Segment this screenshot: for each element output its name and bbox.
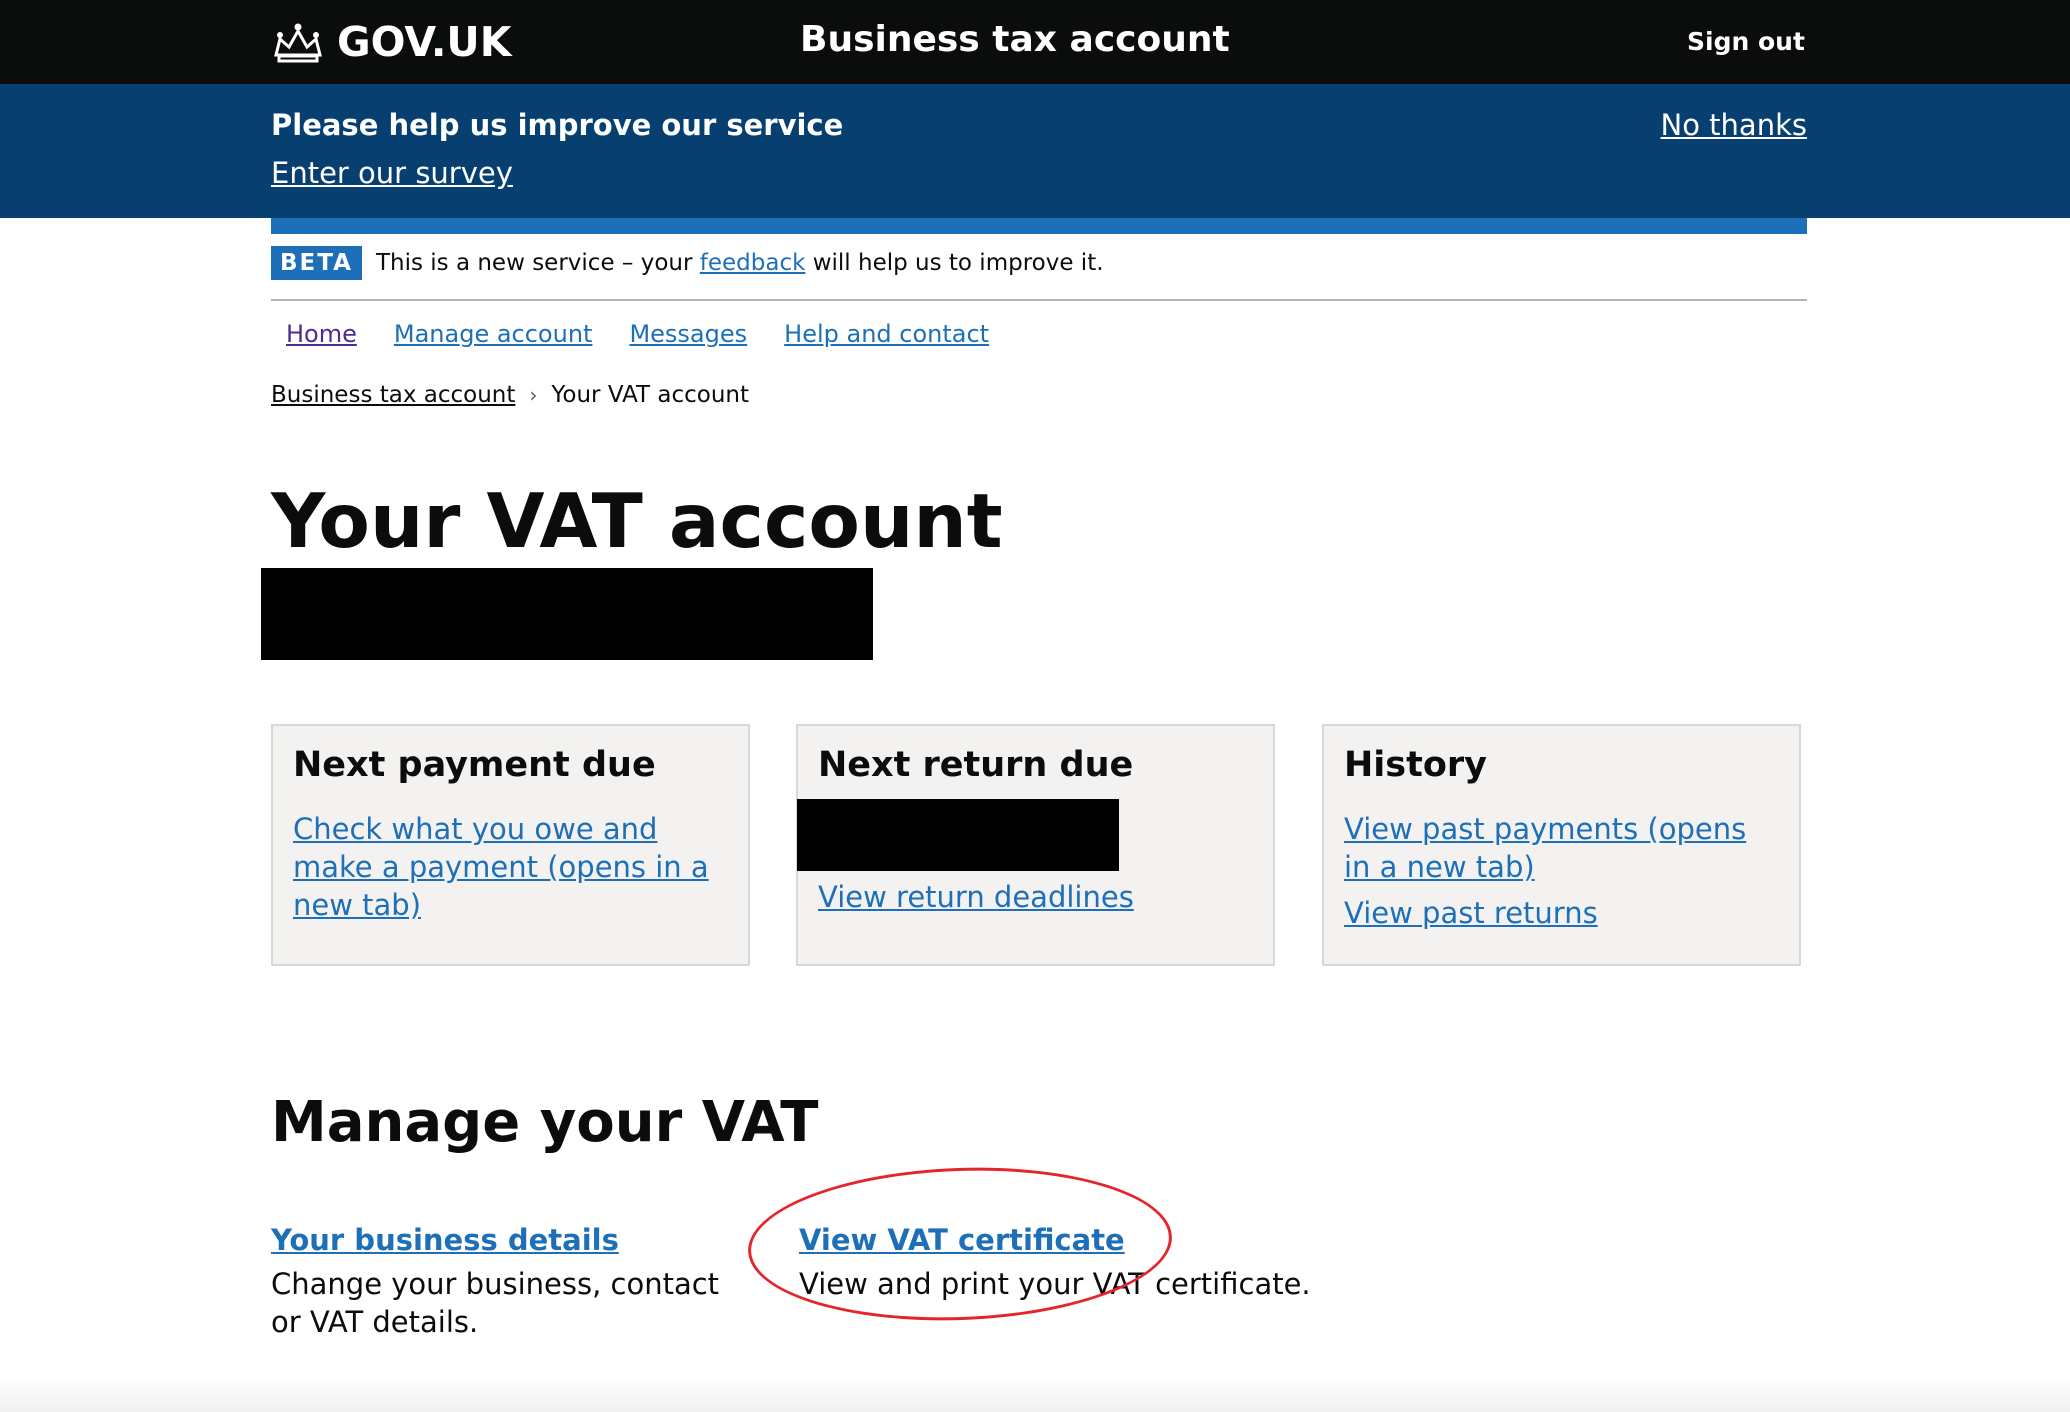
card-title: Next return due xyxy=(818,745,1134,785)
beta-banner: BETA This is a new service – your feedba… xyxy=(271,246,1104,280)
nav-home[interactable]: Home xyxy=(286,320,357,348)
nav-messages[interactable]: Messages xyxy=(629,320,747,348)
card-title: History xyxy=(1344,745,1487,785)
feedback-link[interactable]: feedback xyxy=(700,250,806,276)
redacted-block xyxy=(261,568,873,660)
beta-text-after: will help us to improve it. xyxy=(812,250,1104,276)
nav-manage-account[interactable]: Manage account xyxy=(394,320,593,348)
survey-banner: Please help us improve our service Enter… xyxy=(0,84,2070,218)
chevron-right-icon: › xyxy=(529,383,538,407)
card-title: Next payment due xyxy=(293,745,656,785)
survey-title: Please help us improve our service xyxy=(271,108,844,142)
crown-icon xyxy=(274,23,322,63)
beta-tag: BETA xyxy=(271,246,362,280)
business-details-link[interactable]: Your business details xyxy=(271,1223,731,1257)
breadcrumb-current: Your VAT account xyxy=(551,382,750,408)
nav-help-contact[interactable]: Help and contact xyxy=(784,320,989,348)
manage-item-vat-certificate: View VAT certificate View and print your… xyxy=(799,1223,1359,1303)
view-past-payments-link[interactable]: View past payments (opens in a new tab) xyxy=(1344,810,1779,886)
beta-text-before: This is a new service – your xyxy=(375,250,693,276)
manage-vat-heading: Manage your VAT xyxy=(271,1090,819,1155)
footer-edge xyxy=(0,1378,2070,1412)
manage-item-desc: View and print your VAT certificate. xyxy=(799,1267,1311,1301)
redacted-block xyxy=(797,799,1119,871)
header-blue-bar xyxy=(271,218,1807,234)
sign-out-link[interactable]: Sign out xyxy=(1687,27,1805,56)
view-past-returns-link[interactable]: View past returns xyxy=(1344,894,1779,932)
page-title: Your VAT account xyxy=(271,477,1003,565)
service-name-link[interactable]: Business tax account xyxy=(800,19,1230,60)
beta-divider xyxy=(271,299,1807,301)
card-history: History View past payments (opens in a n… xyxy=(1322,724,1801,966)
manage-item-desc: Change your business, contact or VAT det… xyxy=(271,1267,720,1339)
govuk-logo-link[interactable]: GOV.UK xyxy=(271,18,512,66)
logo-text: GOV.UK xyxy=(337,18,512,66)
check-what-you-owe-link[interactable]: Check what you owe and make a payment (o… xyxy=(293,810,728,924)
manage-item-business-details: Your business details Change your busine… xyxy=(271,1223,731,1341)
breadcrumb: Business tax account › Your VAT account xyxy=(271,382,749,408)
govuk-header: GOV.UK Business tax account Sign out xyxy=(0,0,2070,84)
card-next-payment: Next payment due Check what you owe and … xyxy=(271,724,750,966)
breadcrumb-business-tax-account[interactable]: Business tax account xyxy=(271,382,515,408)
view-vat-certificate-link[interactable]: View VAT certificate xyxy=(799,1223,1359,1257)
enter-survey-link[interactable]: Enter our survey xyxy=(271,156,513,190)
no-thanks-link[interactable]: No thanks xyxy=(1661,108,1807,142)
view-return-deadlines-link[interactable]: View return deadlines xyxy=(818,878,1253,916)
account-nav: Home Manage account Messages Help and co… xyxy=(286,320,989,348)
